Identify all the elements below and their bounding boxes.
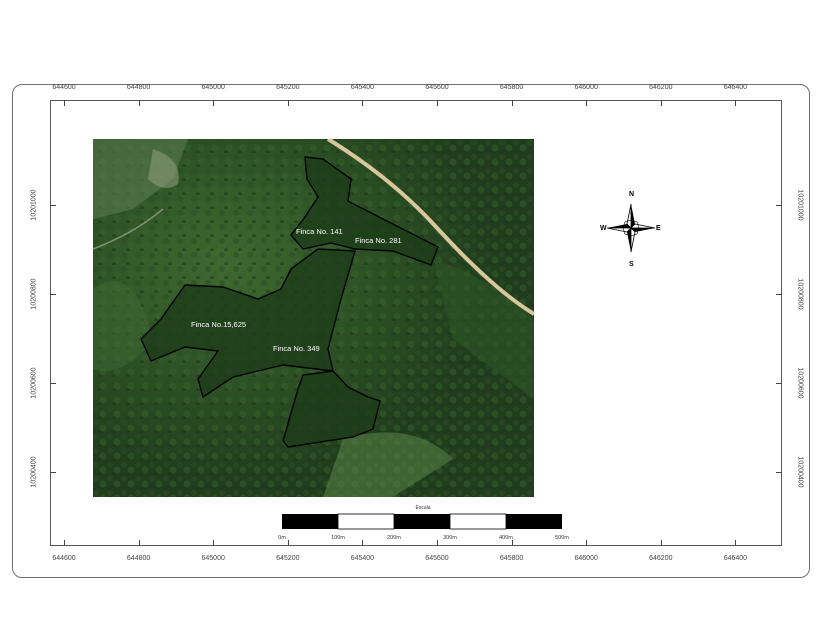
grid-tick	[50, 383, 56, 384]
easting-label: 644800	[126, 555, 151, 562]
compass-label: W	[600, 225, 607, 232]
northing-label: 10201000	[796, 189, 804, 221]
grid-tick	[776, 205, 782, 206]
parcel-label: Finca No. 281	[355, 236, 402, 245]
easting-label: 646400	[723, 84, 748, 91]
grid-tick	[437, 100, 438, 106]
grid-tick	[213, 540, 215, 546]
scale-label: 500m	[555, 535, 569, 541]
scale-bar: Escala 0m 100m 200m 300m 400m 500m	[278, 505, 569, 541]
grid-tick	[660, 100, 662, 106]
easting-label: 646000	[574, 555, 598, 562]
grid-tick	[64, 540, 65, 546]
northing-label: 10200800	[30, 278, 38, 310]
scale-label: 100m	[331, 535, 345, 541]
northing-label: 10200600	[30, 367, 38, 399]
grid-tick	[64, 100, 65, 106]
easting-label: 646000	[574, 84, 598, 91]
satellite-map: Finca No. 141 Finca No. 281 Finca No.15,…	[93, 139, 534, 497]
grid-tick	[50, 294, 56, 295]
grid-tick	[776, 294, 782, 295]
northing-label: 10200400	[30, 456, 38, 488]
grid-tick	[776, 472, 782, 473]
grid-tick	[586, 540, 588, 546]
easting-label: 645000	[201, 84, 225, 91]
easting-label: 645400	[350, 84, 375, 91]
grid-tick	[776, 383, 782, 384]
easting-label: 645200	[276, 555, 300, 562]
parcel-label: Finca No. 141	[296, 227, 343, 236]
easting-label: 645000	[201, 555, 225, 562]
scale-label: 300m	[443, 535, 457, 541]
northing-label: 10200600	[796, 367, 804, 399]
grid-tick	[511, 100, 513, 106]
grid-tick	[735, 540, 737, 546]
compass-label: E	[656, 225, 661, 232]
easting-label: 645800	[499, 555, 524, 562]
easting-label: 645800	[499, 84, 524, 91]
easting-label: 644800	[126, 84, 151, 91]
grid-tick	[138, 100, 140, 106]
easting-label: 646400	[723, 555, 748, 562]
grid-tick	[735, 100, 737, 106]
grid-tick	[138, 540, 140, 546]
grid-tick	[362, 100, 364, 106]
easting-label: 646200	[649, 555, 673, 562]
northing-label: 10200800	[796, 278, 804, 310]
compass-label: S	[629, 261, 634, 268]
grid-tick	[50, 205, 56, 206]
easting-label: 644600	[52, 84, 76, 91]
grid-tick	[287, 100, 289, 106]
compass-label: N	[629, 191, 634, 198]
northing-label: 10201000	[30, 189, 38, 221]
easting-label: 645200	[276, 84, 300, 91]
parcel-label: Finca No. 349	[273, 344, 320, 353]
parcel-label: Finca No.15,625	[191, 320, 246, 329]
easting-label: 645600	[425, 84, 449, 91]
scale-title: Escala	[415, 505, 430, 511]
easting-label: 645400	[350, 555, 375, 562]
north-arrow: N S E W	[600, 191, 661, 268]
grid-tick	[213, 100, 215, 106]
northing-label: 10200400	[796, 456, 804, 488]
scale-label: 400m	[499, 535, 513, 541]
scale-label: 0m	[278, 535, 286, 541]
easting-label: 646200	[649, 84, 673, 91]
grid-tick	[660, 540, 662, 546]
scale-label: 200m	[387, 535, 401, 541]
easting-label: 644600	[52, 555, 76, 562]
easting-label: 645600	[425, 555, 449, 562]
grid-tick	[586, 100, 588, 106]
grid-tick	[50, 472, 56, 473]
